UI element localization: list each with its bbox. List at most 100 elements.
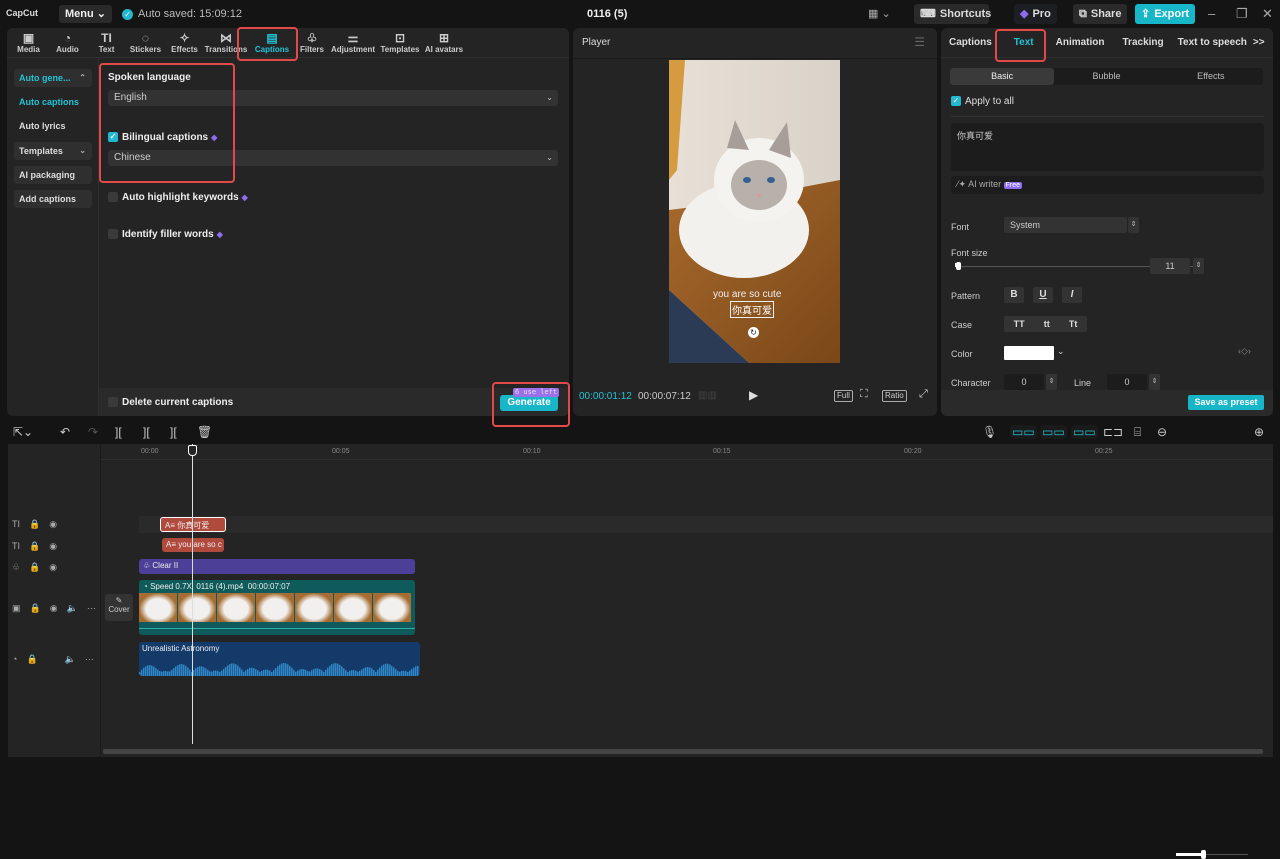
character-spinner-icon[interactable]: ⇕	[1046, 374, 1057, 390]
bilingual-checkbox[interactable]: ✓	[108, 132, 118, 143]
close-icon[interactable]: ✕	[1262, 6, 1273, 22]
sidebar-item-auto-captions[interactable]: Auto captions	[14, 93, 92, 111]
spoken-language-select[interactable]: English ⌄	[108, 90, 558, 106]
eye-icon[interactable]: ◉	[50, 603, 58, 614]
filler-checkbox[interactable]	[108, 229, 118, 240]
tab-text[interactable]: Text	[1000, 37, 1048, 48]
highlight-keywords-row[interactable]: Auto highlight keywords ◆	[108, 192, 248, 203]
caption-clip-zh[interactable]: A≡ 你真可爱	[160, 517, 226, 532]
share-button[interactable]: ⧉ Share	[1073, 4, 1128, 24]
minimize-icon[interactable]: –	[1208, 6, 1215, 21]
tab-tracking[interactable]: Tracking	[1113, 37, 1174, 48]
eye-icon[interactable]: ◉	[49, 541, 57, 552]
filler-words-row[interactable]: Identify filler words ◆	[108, 229, 223, 240]
eye-icon[interactable]: ◉	[49, 519, 57, 530]
apply-to-all-row[interactable]: ✓ Apply to all	[951, 96, 1014, 107]
titlecase-button[interactable]: Tt	[1069, 316, 1078, 332]
lock-icon[interactable]: 🔒	[26, 654, 37, 665]
delete-captions-row[interactable]: Delete current captions	[108, 397, 233, 408]
tool-text[interactable]: TI Text	[87, 28, 126, 58]
lowercase-button[interactable]: tt	[1044, 316, 1050, 332]
lock-icon[interactable]: 🔒	[29, 519, 40, 530]
tool-captions[interactable]: ▤ Captions	[248, 28, 296, 58]
sidebar-item-auto-generate[interactable]: Auto gene... ⌃	[14, 69, 92, 87]
apply-all-checkbox[interactable]: ✓	[951, 96, 961, 107]
rotate-handle-icon[interactable]: ↻	[748, 327, 759, 338]
thumbnail-icon[interactable]: ⌸	[1134, 425, 1141, 440]
subtab-effects[interactable]: Effects	[1159, 68, 1263, 85]
export-button[interactable]: ⇪ Export	[1135, 4, 1196, 24]
audio-clip[interactable]: Unrealistic Astronomy	[139, 642, 420, 676]
font-size-spinner-icon[interactable]: ⇕	[1193, 258, 1204, 274]
tab-animation[interactable]: Animation	[1048, 37, 1113, 48]
undo-icon[interactable]: ↶	[60, 425, 70, 439]
italic-button[interactable]: I	[1062, 287, 1082, 303]
font-select[interactable]: System	[1004, 217, 1127, 233]
preview-axis-icon[interactable]: ⊏⊐	[1103, 425, 1123, 439]
split-left-icon[interactable]: ][	[143, 425, 150, 439]
pro-button[interactable]: ◆ Pro	[1014, 4, 1057, 24]
speaker-icon[interactable]: 🔈	[65, 654, 76, 665]
zoom-out-icon[interactable]: ⊖	[1157, 425, 1167, 439]
save-as-preset-button[interactable]: Save as preset	[1188, 395, 1264, 410]
font-size-slider-handle[interactable]	[956, 262, 961, 270]
more-icon[interactable]: ⋯	[87, 603, 96, 614]
lock-icon[interactable]: 🔒	[29, 562, 40, 573]
uppercase-button[interactable]: TT	[1014, 316, 1025, 332]
split-right-icon[interactable]: ][	[170, 425, 177, 439]
color-swatch[interactable]	[1004, 346, 1054, 360]
play-button[interactable]: ▶	[749, 388, 758, 402]
auto-snap-icon[interactable]: ▭▭	[1040, 425, 1067, 439]
speaker-icon[interactable]: 🔈	[67, 603, 78, 614]
shortcuts-button[interactable]: ⌨ Shortcuts	[914, 4, 991, 24]
restore-icon[interactable]: ❐	[1236, 6, 1248, 22]
sidebar-item-auto-lyrics[interactable]: Auto lyrics	[14, 117, 92, 135]
select-cursor-icon[interactable]: ⇱⌄	[13, 425, 33, 439]
linkage-icon[interactable]: ▭▭	[1071, 425, 1098, 439]
font-spinner-icon[interactable]: ⇕	[1128, 217, 1139, 233]
zoom-fit-icon[interactable]: ⛶	[860, 388, 868, 401]
generate-button[interactable]: Generate	[500, 395, 558, 411]
caption-clip-en[interactable]: A≡ you are so c	[162, 538, 224, 552]
text-content-input[interactable]: 你真可爱	[951, 123, 1264, 171]
playhead[interactable]	[192, 444, 193, 744]
delete-icon[interactable]: 🗑	[197, 425, 212, 439]
delete-checkbox[interactable]	[108, 397, 118, 408]
more-icon[interactable]: ⋯	[85, 654, 94, 665]
bilingual-captions-row[interactable]: ✓ Bilingual captions ◆	[108, 132, 217, 143]
caption-chinese[interactable]: 你真可爱	[730, 301, 774, 318]
tool-stickers[interactable]: ◌ Stickers	[126, 28, 165, 58]
bilingual-language-select[interactable]: Chinese ⌄	[108, 150, 558, 166]
caption-english[interactable]: you are so cute	[713, 289, 781, 300]
full-button[interactable]: Full	[834, 390, 853, 402]
tool-templates[interactable]: ⊡ Templates	[378, 28, 422, 58]
ai-writer-button[interactable]: ⁄✦ AI writer Free	[951, 176, 1264, 194]
lock-icon[interactable]: 🔒	[29, 541, 40, 552]
chevron-down-icon[interactable]: ⌄	[1057, 346, 1065, 357]
tool-filters[interactable]: ♧ Filters	[296, 28, 328, 58]
sidebar-item-add-captions[interactable]: Add captions	[14, 190, 92, 208]
hamburger-icon[interactable]: ☰	[914, 35, 925, 49]
timeline-scrollbar[interactable]	[103, 749, 1263, 754]
character-spacing-input[interactable]: 0	[1004, 374, 1044, 390]
cover-button[interactable]: ✎ Cover	[105, 594, 133, 621]
eye-icon[interactable]: ◉	[49, 562, 57, 573]
tool-audio[interactable]: ◔ Audio	[48, 28, 87, 58]
tool-ai-avatars[interactable]: ⊞ AI avatars	[422, 28, 466, 58]
timeline-ruler[interactable]: 00:00 00:05 00:10 00:15 00:20 00:25	[101, 444, 1273, 460]
sidebar-item-ai-packaging[interactable]: AI packaging	[14, 166, 92, 184]
bold-button[interactable]: B	[1004, 287, 1024, 303]
keyframe-diamond-icon[interactable]: ‹◇›	[1238, 346, 1251, 357]
more-tabs-icon[interactable]: >>	[1251, 37, 1267, 48]
font-size-input[interactable]: 11	[1150, 258, 1190, 274]
underline-button[interactable]: U	[1033, 287, 1053, 303]
lock-icon[interactable]: 🔒	[30, 603, 41, 614]
video-clip[interactable]: ◔ Speed 0.7X 0116 (4).mp4 00:00:07:07	[139, 580, 415, 635]
zoom-slider-handle[interactable]	[1201, 850, 1206, 859]
layout-icon[interactable]: ▦ ⌄	[868, 7, 891, 20]
highlight-checkbox[interactable]	[108, 192, 118, 203]
subtab-bubble[interactable]: Bubble	[1054, 68, 1158, 85]
playhead-handle[interactable]	[188, 445, 197, 456]
menu-button[interactable]: Menu ⌄	[59, 5, 113, 23]
ratio-button[interactable]: Ratio	[882, 390, 907, 402]
